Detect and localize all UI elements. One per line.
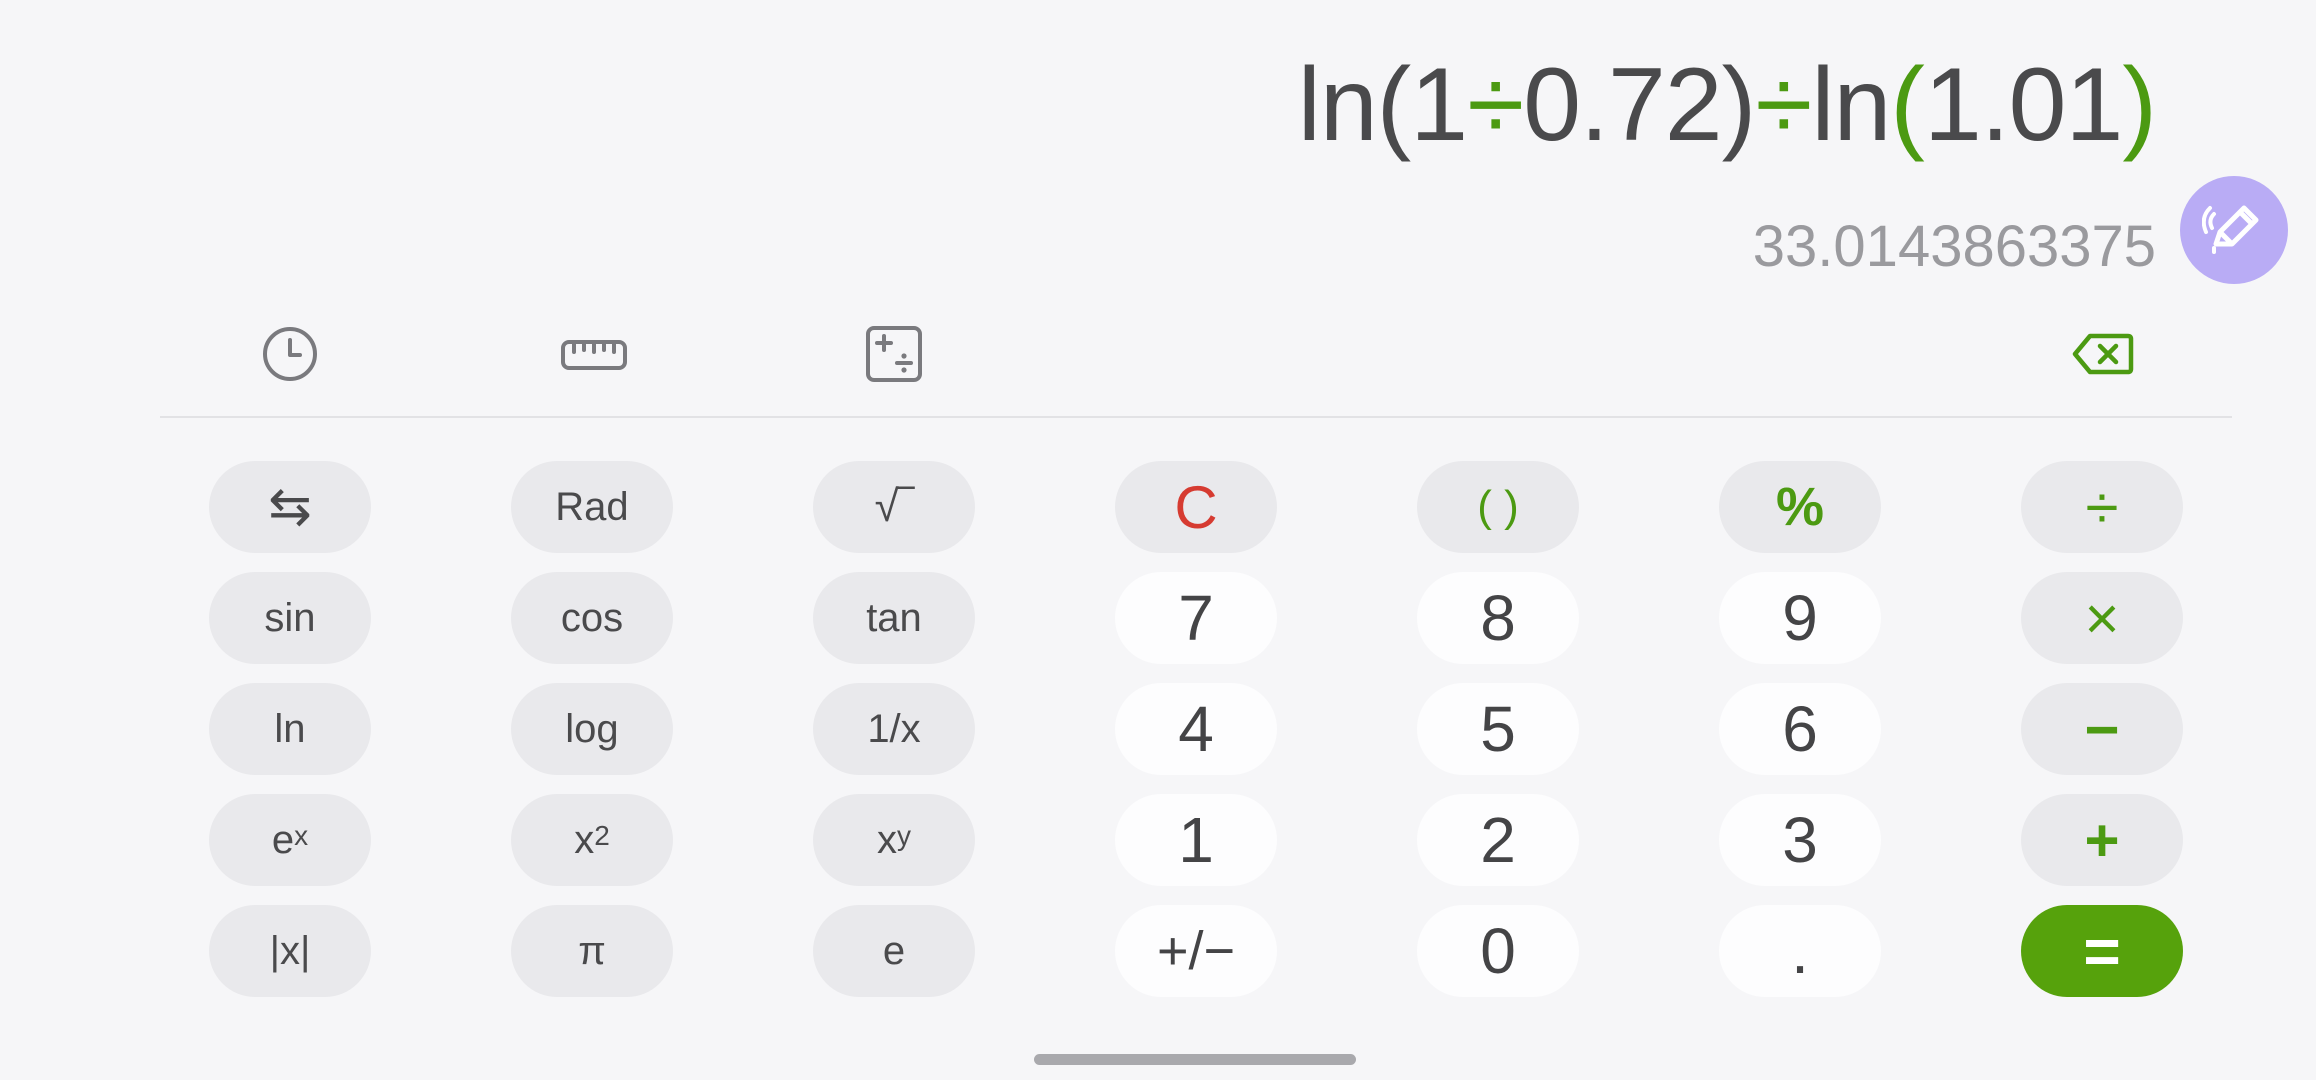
percent-button[interactable]: %: [1719, 461, 1881, 553]
sin-button[interactable]: sin: [209, 572, 371, 664]
absolute-value-button[interactable]: |x|: [209, 905, 371, 997]
digit-2-button[interactable]: 2: [1417, 794, 1579, 886]
swap-functions-button[interactable]: ⇆: [209, 461, 371, 553]
history-button[interactable]: [258, 322, 322, 386]
negate-button[interactable]: +/−: [1115, 905, 1277, 997]
minus-button[interactable]: −: [2021, 683, 2183, 775]
square-base: x: [574, 817, 595, 862]
log-button[interactable]: log: [511, 683, 673, 775]
digit-3-button[interactable]: 3: [1719, 794, 1881, 886]
expression-operator: ÷: [1755, 47, 1812, 163]
home-indicator[interactable]: [1034, 1054, 1356, 1065]
square-button[interactable]: x2: [511, 794, 673, 886]
digit-6-button[interactable]: 6: [1719, 683, 1881, 775]
decimal-button[interactable]: .: [1719, 905, 1881, 997]
math-symbols-icon: [866, 326, 922, 382]
clock-icon: [263, 327, 317, 381]
digit-1-button[interactable]: 1: [1115, 794, 1277, 886]
euler-button[interactable]: e: [813, 905, 975, 997]
pi-button[interactable]: π: [511, 905, 673, 997]
digit-4-button[interactable]: 4: [1115, 683, 1277, 775]
expression-part: ln(1: [1297, 47, 1468, 163]
digit-0-button[interactable]: 0: [1417, 905, 1579, 997]
plus-button[interactable]: +: [2021, 794, 2183, 886]
digit-7-button[interactable]: 7: [1115, 572, 1277, 664]
expression-part: ln: [1811, 47, 1891, 163]
equals-button[interactable]: =: [2021, 905, 2183, 997]
rad-deg-button[interactable]: Rad: [511, 461, 673, 553]
math-functions-button[interactable]: [862, 322, 926, 386]
exp-button[interactable]: ex: [209, 794, 371, 886]
expression-display[interactable]: ln(1÷0.72)÷ln(1.01): [1297, 40, 2157, 170]
cos-button[interactable]: cos: [511, 572, 673, 664]
exp-base: e: [271, 817, 295, 862]
ln-button[interactable]: ln: [209, 683, 371, 775]
handwriting-button[interactable]: [2180, 176, 2288, 284]
backspace-button[interactable]: [2068, 322, 2138, 386]
parentheses-button[interactable]: ( ): [1417, 461, 1579, 553]
expression-part: 1.01: [1923, 47, 2123, 163]
toolbar-divider: [160, 416, 2232, 418]
sqrt-button[interactable]: √‾: [813, 461, 975, 553]
digit-9-button[interactable]: 9: [1719, 572, 1881, 664]
tan-button[interactable]: tan: [813, 572, 975, 664]
unit-converter-button[interactable]: [560, 322, 628, 386]
result-preview: 33.0143863375: [1752, 214, 2156, 279]
power-button[interactable]: xy: [813, 794, 975, 886]
power-base: x: [877, 817, 897, 862]
expression-operator: ÷: [1467, 47, 1524, 163]
expression-part: 0.72): [1523, 47, 1756, 163]
ruler-icon: [561, 340, 627, 370]
digit-5-button[interactable]: 5: [1417, 683, 1579, 775]
clear-button[interactable]: C: [1115, 461, 1277, 553]
reciprocal-button[interactable]: 1/x: [813, 683, 975, 775]
expression-paren: ): [2122, 47, 2157, 163]
backspace-icon: [2072, 333, 2134, 375]
multiply-button[interactable]: ×: [2021, 572, 2183, 664]
divide-button[interactable]: ÷: [2021, 461, 2183, 553]
swap-arrows-icon: ⇆: [268, 478, 312, 536]
digit-8-button[interactable]: 8: [1417, 572, 1579, 664]
pen-icon: [2202, 205, 2259, 254]
calculator-app: ln(1÷0.72)÷ln(1.01) 33.0143863375 ⇆ Rad …: [0, 0, 2316, 1080]
expression-paren: (: [1890, 47, 1925, 163]
